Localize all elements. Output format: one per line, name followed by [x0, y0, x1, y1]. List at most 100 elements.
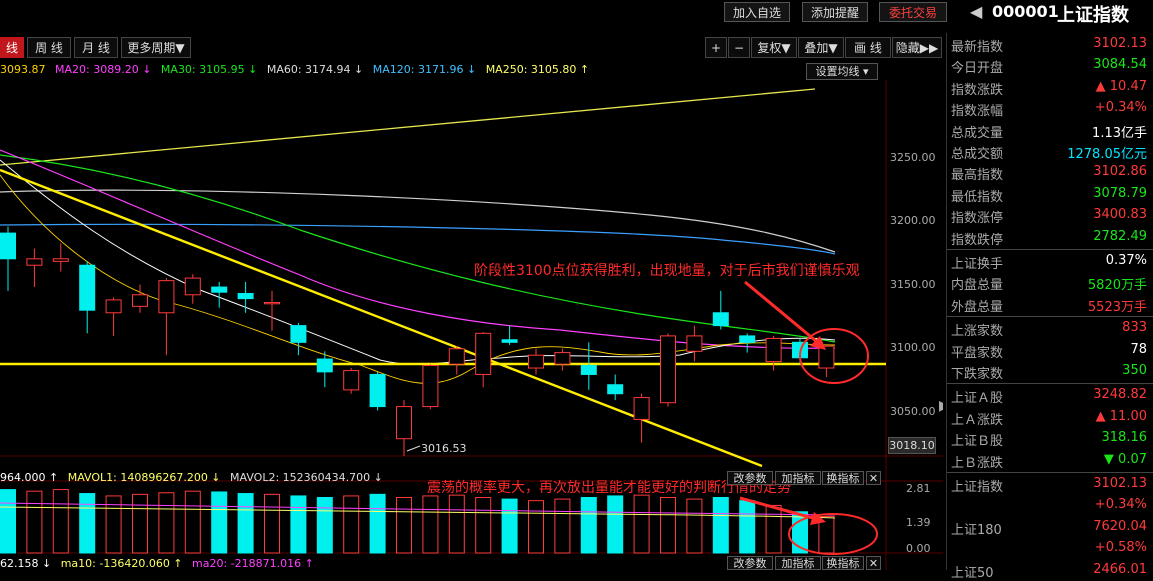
price-axis-label: 3200.00: [890, 214, 936, 227]
panel-row: 总成交额 1278.05亿元: [951, 141, 1151, 162]
panel-row-value: 833: [1122, 320, 1147, 336]
panel-row: 上证Ａ股 3248.82: [951, 385, 1151, 406]
price-axis-label: 3050.00: [890, 405, 936, 418]
ind-add-indicator-button[interactable]: 加指标: [775, 556, 821, 570]
candle-body: [105, 299, 122, 314]
volume-bar: [712, 497, 729, 554]
vol-edit-params-button[interactable]: 改参数: [727, 471, 773, 485]
candle-body: [396, 406, 412, 440]
panel-row-value: 5523万手: [1087, 299, 1147, 315]
panel-row: 指数涨停 3400.83: [951, 205, 1151, 226]
panel-row-label: 最低指数: [951, 189, 1004, 205]
candle-body: [184, 277, 201, 296]
candle-body: [237, 292, 254, 300]
panel-row: 指数涨跌 ▲ 10.47: [951, 77, 1151, 98]
panel-row-label: 指数涨停: [951, 211, 1004, 227]
volume-bar: [0, 489, 16, 554]
volume-axis-label: 2.81: [906, 482, 931, 495]
candle-body: [818, 345, 835, 369]
ind-edit-params-button[interactable]: 改参数: [727, 556, 773, 570]
scroll-handle-icon[interactable]: ▶: [939, 398, 943, 414]
panel-row: 今日开盘 3084.54: [951, 55, 1151, 76]
candle-body: [660, 335, 676, 404]
candle-body: [580, 364, 597, 375]
candle-body: [501, 339, 518, 343]
ma250-line: [0, 88, 816, 166]
panel-row: 上Ａ涨跌 ▲ 11.00: [951, 407, 1151, 428]
volume-bars: [0, 489, 835, 554]
volume-bar: [158, 492, 175, 554]
panel-row-label: 上证180: [951, 522, 1002, 538]
volume-bar: [132, 493, 148, 554]
candle-body: [607, 384, 624, 395]
panel-row-label: 总成交量: [951, 125, 1004, 141]
panel-row-value: 7620.04: [1093, 518, 1147, 534]
panel-row-label: 上Ｂ涨跌: [951, 455, 1004, 471]
price-axis-label: 3250.00: [890, 151, 936, 164]
panel-row: 上涨家数 833: [951, 318, 1151, 339]
low-price-label: 3016.53: [421, 442, 467, 455]
stock-name: 上证指数: [1057, 5, 1129, 26]
ma120-line: [0, 223, 836, 255]
candle-body: [26, 258, 43, 266]
panel-separator: [947, 316, 1153, 318]
panel-row: 外盘总量 5523万手: [951, 294, 1151, 315]
volume-bar: [396, 497, 412, 554]
volume-bar: [290, 495, 307, 554]
vol-add-indicator-button[interactable]: 加指标: [775, 471, 821, 485]
stock-code: 000001: [992, 2, 1059, 21]
mavol2-line: [0, 502, 836, 516]
vol-value: 964.000 ↑: [0, 471, 59, 484]
panel-row-label: 上证Ｂ股: [951, 434, 1004, 450]
candle-body: [343, 370, 360, 391]
panel-row: +0.34%: [951, 495, 1151, 516]
vol-close-icon[interactable]: ✕: [866, 471, 881, 485]
current-price-tag: 3018.10: [888, 437, 936, 454]
quote-panel: 最新指数 3102.13 今日开盘 3084.54 指数涨跌 ▲ 10.47 指数涨幅 +0.…: [946, 33, 1153, 581]
volume-bar: [316, 497, 333, 554]
candle-body: [686, 335, 703, 352]
candle-body: [52, 258, 69, 262]
ind-ma10-value: ma10: -136420.060 ↑: [60, 557, 183, 570]
volume-bar: [26, 490, 43, 554]
ma60-line: [0, 189, 836, 253]
panel-row-label: 内盘总量: [951, 278, 1004, 294]
panel-row-label: 下跌家数: [951, 367, 1004, 382]
panel-row: 上证Ｂ股 318.16: [951, 428, 1151, 449]
annotation-main: 阶段性3100点位获得胜利，出现地量，对于后市我们谨慎乐观: [474, 263, 860, 279]
candle-body: [290, 325, 307, 343]
panel-row-label: 上证Ａ股: [951, 391, 1004, 407]
volume-bar: [448, 494, 465, 554]
panel-row-value: ▼ 0.07: [1103, 451, 1147, 467]
mavol2-value: MAVOL2: 152360434.700 ↓: [230, 471, 383, 484]
ind-switch-indicator-button[interactable]: 换指标: [822, 556, 864, 570]
panel-row-value: 3248.82: [1093, 387, 1147, 403]
panel-row-value: 0.37%: [1105, 253, 1147, 268]
volume-bar: [554, 498, 571, 554]
panel-row-label: 指数跌停: [951, 232, 1004, 248]
panel-row-label: 指数涨跌: [951, 82, 1004, 98]
volume-bar: [79, 493, 96, 554]
candle-body: [475, 332, 492, 375]
volume-axis-label: 1.39: [906, 516, 931, 529]
panel-separator: [947, 249, 1153, 250]
panel-separator: [947, 472, 1153, 473]
panel-row-label: 总成交额: [951, 147, 1004, 162]
panel-row-value: 3102.86: [1093, 164, 1147, 180]
panel-row-label: 上Ａ涨跌: [951, 412, 1004, 428]
mavol1-value: MAVOL1: 140896267.200 ↓: [67, 471, 221, 484]
ind-close-icon[interactable]: ✕: [866, 556, 881, 570]
candle-body: [132, 294, 148, 307]
back-arrow-icon[interactable]: ◀: [970, 2, 982, 21]
low-marker: [406, 445, 421, 452]
volume-bar: [580, 497, 597, 554]
candle-body: [712, 312, 729, 327]
panel-row-value: 3102.13: [1093, 36, 1147, 51]
volume-bar: [633, 494, 650, 554]
panel-separator: [947, 383, 1153, 385]
panel-row-value: 5820万手: [1087, 278, 1147, 294]
panel-row: 最低指数 3078.79: [951, 184, 1151, 205]
candle-body: [158, 280, 175, 314]
vol-switch-indicator-button[interactable]: 换指标: [822, 471, 864, 485]
volume-bar: [528, 500, 544, 554]
